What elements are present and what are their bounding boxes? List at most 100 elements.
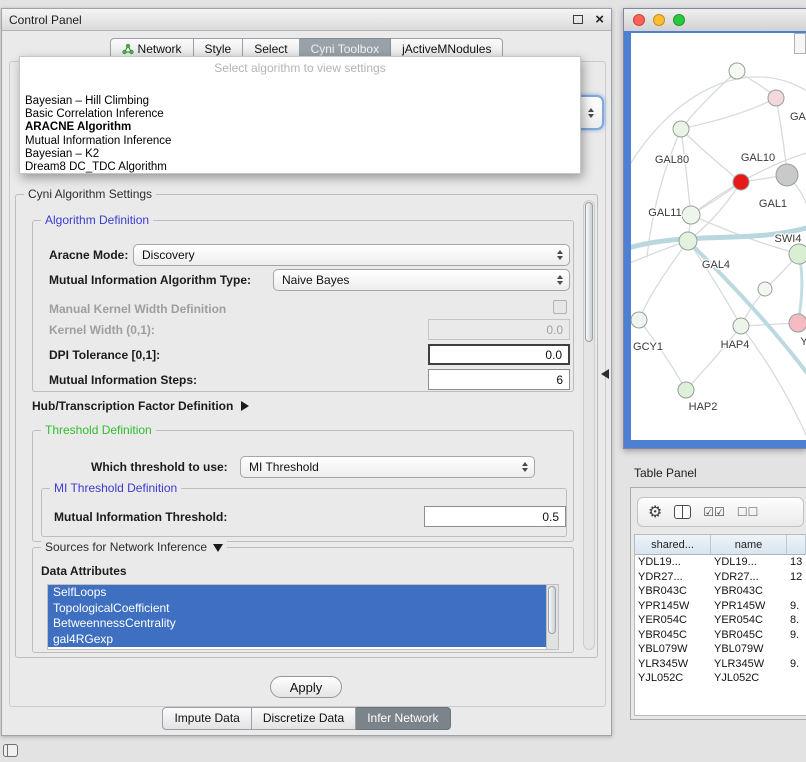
- table-cell[interactable]: 12: [787, 571, 806, 583]
- algorithm-option-aracne[interactable]: ARACNE Algorithm: [23, 121, 577, 134]
- settings-scrollbar[interactable]: [583, 200, 595, 650]
- tab-infer-network[interactable]: Infer Network: [356, 707, 450, 730]
- algorithm-option-mutual-information[interactable]: Mutual Information Inference: [23, 135, 577, 148]
- splitpane-collapse-arrow[interactable]: [601, 369, 609, 379]
- network-node[interactable]: [729, 63, 745, 79]
- zoom-traffic-light[interactable]: [673, 14, 685, 26]
- table-cell[interactable]: YER054C: [635, 614, 711, 626]
- aracne-mode-select[interactable]: Discovery: [133, 244, 570, 266]
- table-row[interactable]: YER054CYER054C8.: [635, 613, 806, 628]
- table-cell[interactable]: 13: [787, 556, 806, 568]
- attribute-item-selfloops[interactable]: SelfLoops: [48, 585, 546, 601]
- column-header-name[interactable]: name: [711, 535, 787, 554]
- attributes-scrollbar[interactable]: [546, 585, 558, 649]
- gear-icon[interactable]: ⚙: [648, 504, 662, 520]
- settings-group-title: Cyni Algorithm Settings: [24, 187, 156, 201]
- network-edge[interactable]: [681, 129, 741, 182]
- table-row[interactable]: YDR27...YDR27...12: [635, 570, 806, 585]
- settings-scrollbar-thumb[interactable]: [585, 202, 593, 342]
- mi-threshold-field[interactable]: 0.5: [424, 506, 566, 527]
- network-node[interactable]: [776, 164, 798, 186]
- network-node[interactable]: [679, 232, 697, 250]
- network-edge[interactable]: [688, 241, 741, 326]
- network-node[interactable]: [768, 90, 784, 106]
- column-header-shared[interactable]: shared...: [635, 535, 711, 554]
- algorithm-option-basic-correlation[interactable]: Basic Correlation Inference: [23, 108, 577, 121]
- attribute-item-betweennesscentrality[interactable]: BetweennessCentrality: [48, 616, 546, 632]
- table-row[interactable]: YDL19...YDL19...13: [635, 555, 806, 570]
- table-cell[interactable]: 9.: [787, 629, 806, 641]
- deselect-all-checkboxes-icon[interactable]: ☐☐: [737, 506, 759, 518]
- table-cell[interactable]: YBR043C: [711, 585, 787, 597]
- dpi-tolerance-field[interactable]: 0.0: [428, 344, 570, 365]
- table-row[interactable]: YBR043CYBR043C: [635, 584, 806, 599]
- network-edge[interactable]: [639, 241, 688, 320]
- table-row[interactable]: YJL052CYJL052C: [635, 671, 806, 686]
- network-node[interactable]: [682, 206, 700, 224]
- table-cell[interactable]: YBR043C: [635, 585, 711, 597]
- attribute-item-gal4rgexp[interactable]: gal4RGexp: [48, 632, 546, 648]
- table-cell[interactable]: YDR27...: [635, 571, 711, 583]
- algorithm-option-dream8[interactable]: Dream8 DC_TDC Algorithm: [23, 161, 577, 174]
- network-edge[interactable]: [686, 326, 741, 390]
- table-cell[interactable]: YDR27...: [711, 571, 787, 583]
- network-node[interactable]: [789, 314, 806, 332]
- table-row[interactable]: YBR045CYBR045C9.: [635, 628, 806, 643]
- table-cell[interactable]: YLR345W: [635, 658, 711, 670]
- network-node[interactable]: [678, 382, 694, 398]
- table-cell[interactable]: 9.: [787, 600, 806, 612]
- table-row[interactable]: YBL079WYBL079W: [635, 642, 806, 657]
- network-node[interactable]: [673, 121, 689, 137]
- attribute-item-topologicalcoefficient[interactable]: TopologicalCoefficient: [48, 601, 546, 617]
- table-cell[interactable]: YJL052C: [711, 672, 787, 684]
- attributes-scrollbar-thumb[interactable]: [548, 586, 556, 634]
- apply-button[interactable]: Apply: [270, 676, 342, 698]
- table-cell[interactable]: YDL19...: [711, 556, 787, 568]
- network-edge[interactable]: [681, 98, 776, 129]
- network-node[interactable]: [631, 312, 647, 328]
- select-all-checkboxes-icon[interactable]: ☑☑: [703, 506, 725, 518]
- table-row[interactable]: YPR145WYPR145W9.: [635, 599, 806, 614]
- network-node[interactable]: [733, 174, 749, 190]
- control-panel-window: Control Panel × Network Style Select Cyn…: [1, 8, 612, 736]
- network-edge[interactable]: [639, 320, 686, 390]
- hub-tf-definition-toggle[interactable]: Hub/Transcription Factor Definition: [32, 399, 249, 413]
- table-cell[interactable]: YBR045C: [711, 629, 787, 641]
- network-scrollbar-fragment[interactable]: [794, 33, 806, 54]
- threshold-definition-group: Threshold Definition Which threshold to …: [32, 430, 574, 542]
- table-cell[interactable]: YBR045C: [635, 629, 711, 641]
- table-cell[interactable]: 9.: [787, 658, 806, 670]
- network-canvas[interactable]: GAL80GAL10GAL11GAL1SWI4GAL4GCY1HAP4HAP2G…: [631, 33, 806, 440]
- tab-discretize-data[interactable]: Discretize Data: [252, 707, 356, 730]
- algorithm-option-bayesian-hill-climbing[interactable]: Bayesian – Hill Climbing: [23, 95, 577, 108]
- table-cell[interactable]: YDL19...: [635, 556, 711, 568]
- table-cell[interactable]: YPR145W: [711, 600, 787, 612]
- mi-algorithm-type-select[interactable]: Naive Bayes: [273, 269, 570, 291]
- minimize-traffic-light[interactable]: [653, 14, 665, 26]
- close-icon[interactable]: ×: [595, 12, 604, 27]
- which-threshold-select[interactable]: MI Threshold: [240, 456, 535, 478]
- float-window-icon[interactable]: [573, 15, 583, 24]
- network-node[interactable]: [733, 318, 749, 334]
- sources-group-title[interactable]: Sources for Network Inference: [41, 540, 227, 554]
- table-row[interactable]: YLR345WYLR345W9.: [635, 657, 806, 672]
- network-window-titlebar[interactable]: [624, 9, 806, 31]
- network-node[interactable]: [758, 282, 772, 296]
- table-cell[interactable]: YLR345W: [711, 658, 787, 670]
- mi-steps-field[interactable]: 6: [428, 369, 570, 390]
- column-header-cutoff[interactable]: [787, 535, 806, 554]
- algorithm-option-bayesian-k2[interactable]: Bayesian – K2: [23, 148, 577, 161]
- network-node[interactable]: [789, 244, 806, 264]
- tab-impute-data[interactable]: Impute Data: [162, 707, 251, 730]
- close-traffic-light[interactable]: [633, 14, 645, 26]
- table-cell[interactable]: YBL079W: [711, 643, 787, 655]
- network-edge[interactable]: [681, 129, 691, 215]
- table-cell[interactable]: YPR145W: [635, 600, 711, 612]
- table-cell[interactable]: YJL052C: [635, 672, 711, 684]
- table-cell[interactable]: YER054C: [711, 614, 787, 626]
- minimized-panel-icon[interactable]: [3, 744, 18, 757]
- table-cell[interactable]: 8.: [787, 614, 806, 626]
- network-edge[interactable]: [741, 326, 806, 437]
- table-cell[interactable]: YBL079W: [635, 643, 711, 655]
- columns-icon[interactable]: [674, 505, 691, 519]
